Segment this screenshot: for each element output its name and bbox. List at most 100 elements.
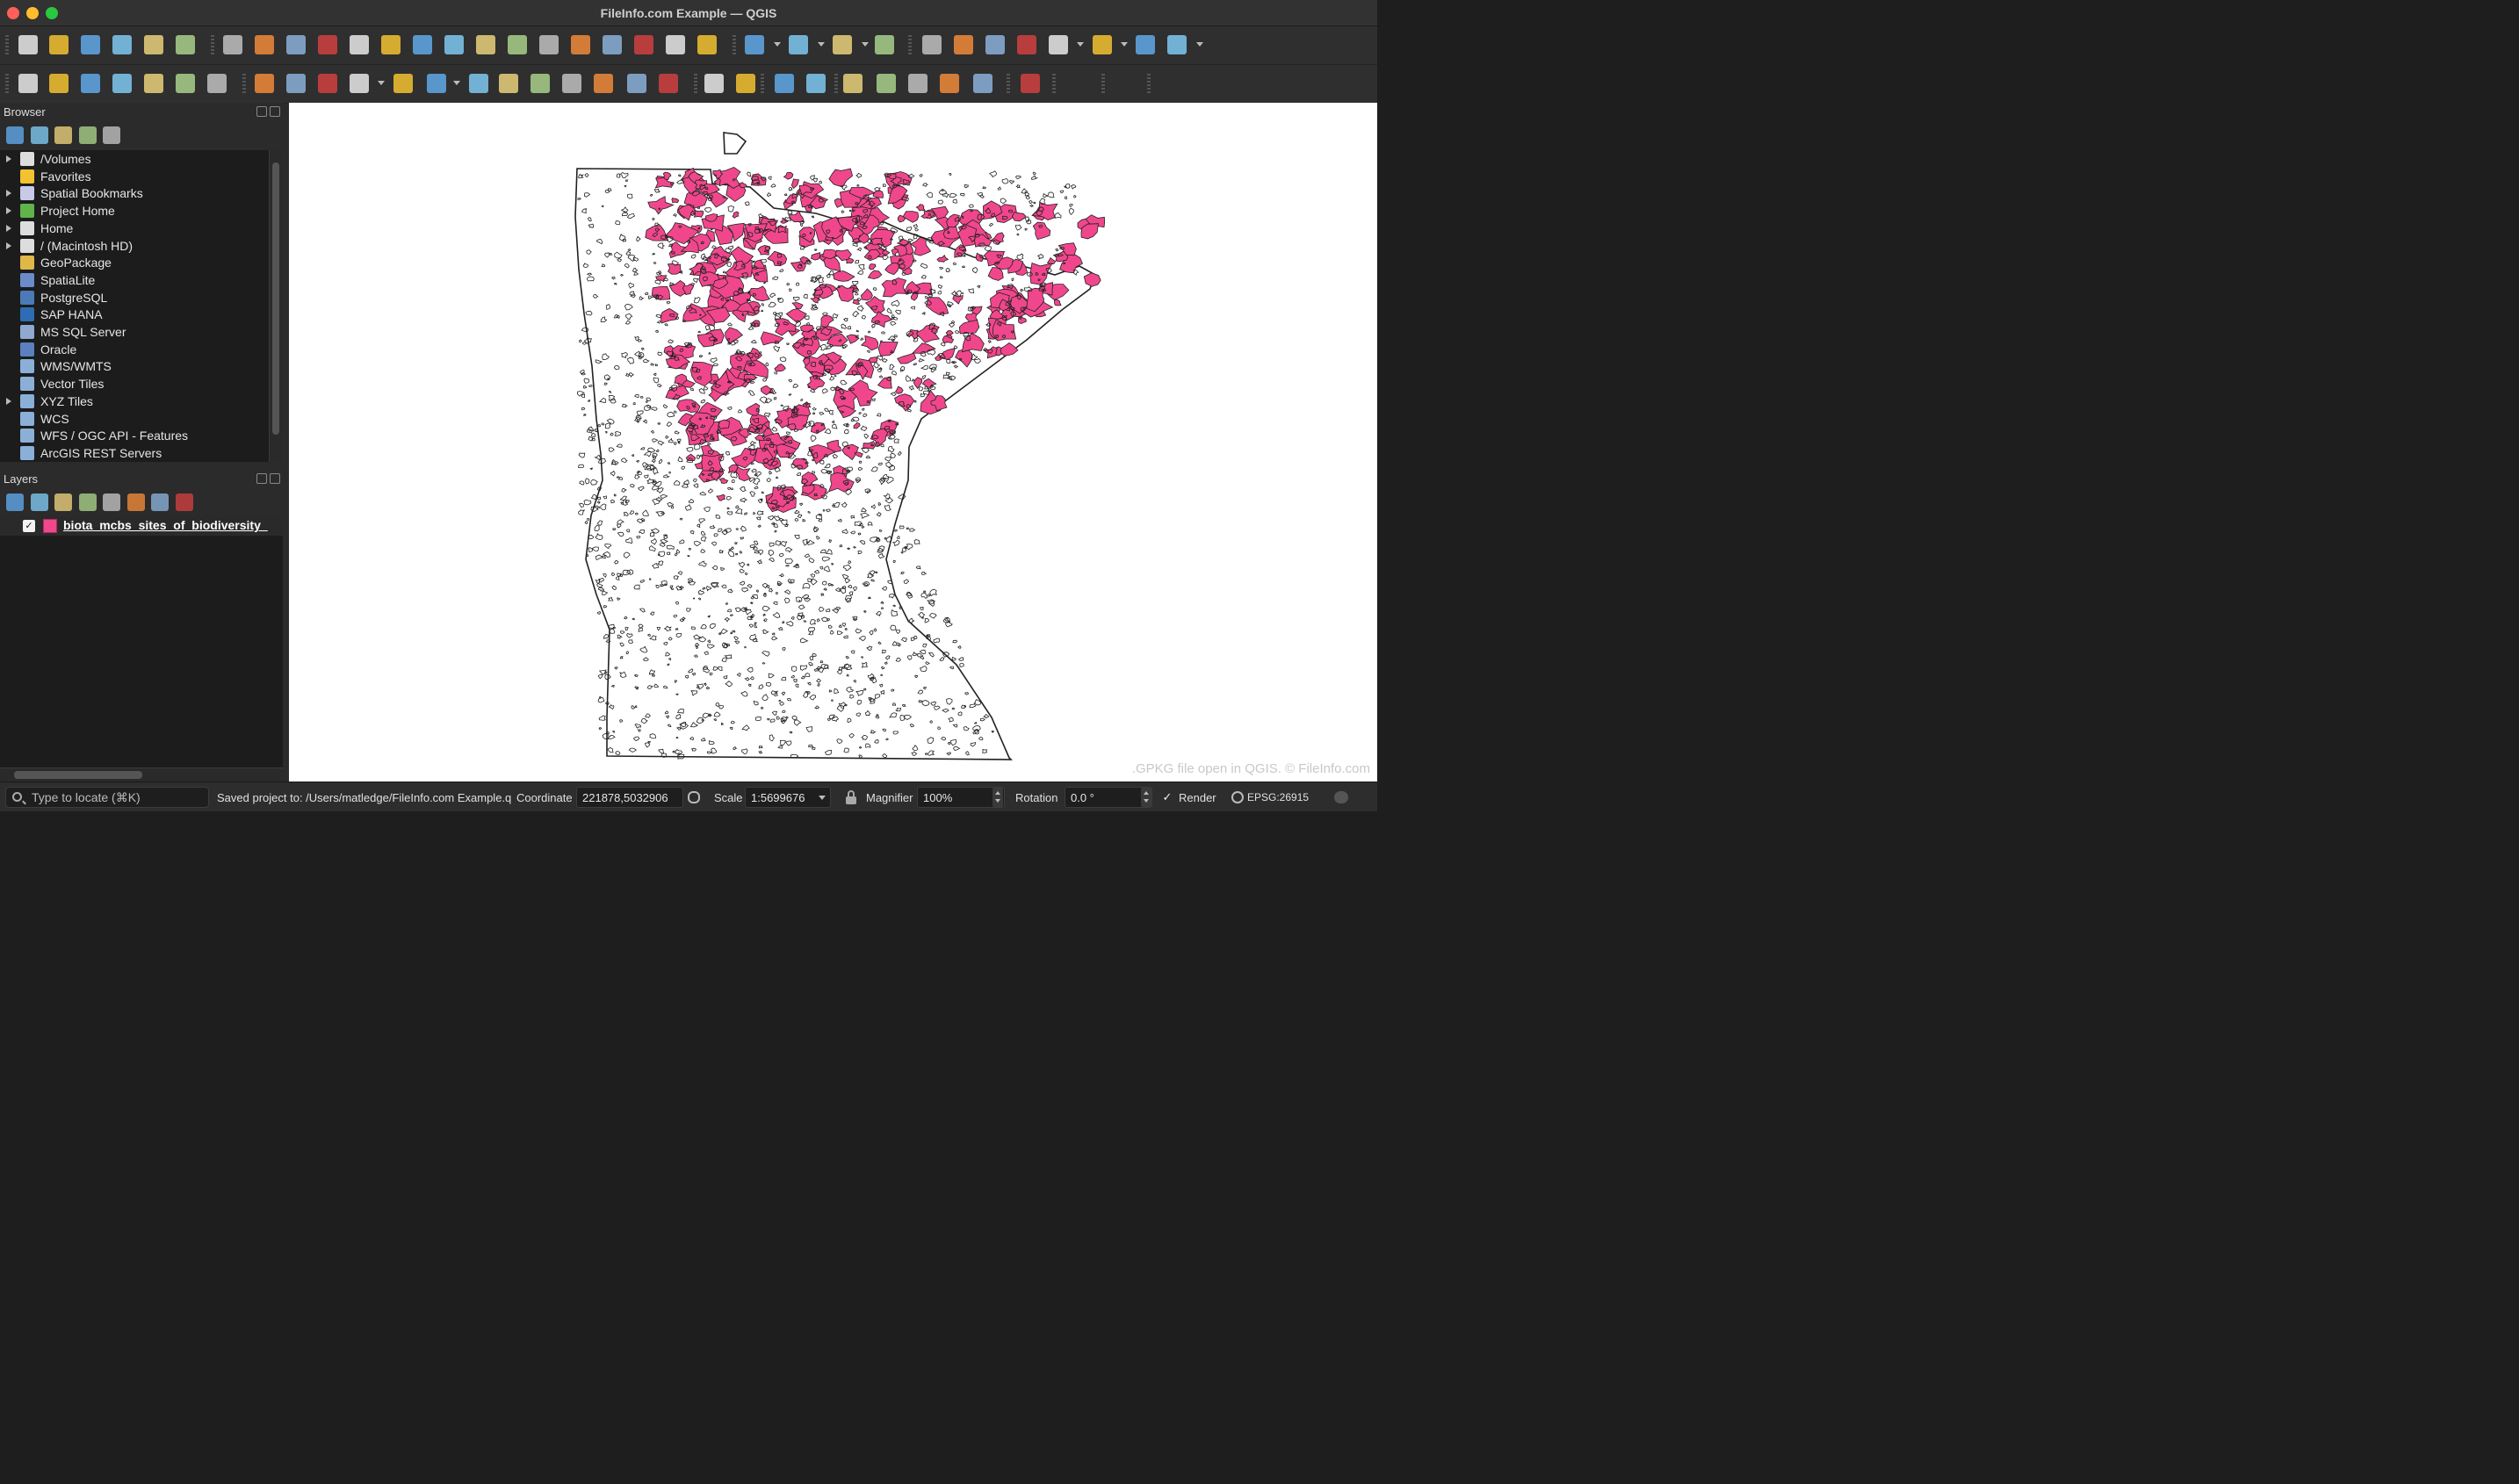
chevron-right-icon[interactable] xyxy=(6,397,11,405)
help-button[interactable] xyxy=(1018,71,1043,96)
browser-item[interactable]: GeoPackage xyxy=(0,254,269,271)
current-edits-button[interactable] xyxy=(252,71,277,96)
new-map-view-button[interactable] xyxy=(537,32,561,57)
zoom-native-button[interactable] xyxy=(442,32,466,57)
python-console-button[interactable] xyxy=(971,71,995,96)
pan-to-selection-button[interactable] xyxy=(252,32,277,57)
layout-manager-button[interactable] xyxy=(173,32,198,57)
refresh-icon[interactable] xyxy=(30,126,48,144)
zoom-out-button[interactable] xyxy=(315,32,340,57)
toolbar-grip[interactable] xyxy=(5,35,9,56)
show-hide-labels-button[interactable] xyxy=(804,71,828,96)
attribute-table-button[interactable] xyxy=(951,32,976,57)
browser-item[interactable]: XYZ Tiles xyxy=(0,393,269,410)
temporal-controller-button[interactable] xyxy=(663,32,688,57)
layers-hscrollbar[interactable] xyxy=(0,767,283,782)
map-canvas[interactable]: .GPKG file open in QGIS. © FileInfo.com xyxy=(289,103,1377,782)
layer-name[interactable]: biota_mcbs_sites_of_biodiversity_ xyxy=(63,518,283,532)
chevron-right-icon[interactable] xyxy=(6,207,11,215)
toolbar-grip[interactable] xyxy=(834,74,838,95)
digitize-button[interactable] xyxy=(110,71,134,96)
add-selected-icon[interactable] xyxy=(6,126,24,144)
filter-legend-icon[interactable] xyxy=(78,493,97,511)
zoom-full-button[interactable] xyxy=(347,32,372,57)
toolbar-grip[interactable] xyxy=(5,74,9,95)
crs-button[interactable]: EPSG:26915 xyxy=(1247,791,1309,803)
digitize-line-button[interactable] xyxy=(347,71,372,96)
new-temporary-layer-button[interactable] xyxy=(78,71,103,96)
new-3d-map-view-button[interactable] xyxy=(568,32,593,57)
chevron-down-icon[interactable] xyxy=(818,42,825,47)
collapse-all-icon[interactable] xyxy=(151,493,169,511)
browser-item[interactable]: Project Home xyxy=(0,202,269,220)
toolbar-grip[interactable] xyxy=(242,74,246,95)
chevron-right-icon[interactable] xyxy=(6,190,11,198)
refresh-button[interactable] xyxy=(695,32,719,57)
virtual-layer-button[interactable] xyxy=(205,71,229,96)
identify-features-button[interactable] xyxy=(920,32,944,57)
chevron-down-icon[interactable] xyxy=(819,796,826,800)
scrollbar-thumb[interactable] xyxy=(14,771,142,779)
magnifier-stepper[interactable] xyxy=(992,788,1003,807)
render-checkbox[interactable]: ✓ xyxy=(1161,791,1173,803)
float-panel-icon[interactable] xyxy=(256,473,267,484)
chevron-right-icon[interactable] xyxy=(6,155,11,162)
remove-layer-icon[interactable] xyxy=(175,493,193,511)
pin-labels-button[interactable] xyxy=(733,71,758,96)
chevron-down-icon[interactable] xyxy=(453,81,460,85)
chevron-down-icon[interactable] xyxy=(1196,42,1203,47)
lock-scale-icon[interactable] xyxy=(846,790,856,804)
pan-map-button[interactable] xyxy=(220,32,245,57)
extents-toggle-icon[interactable] xyxy=(688,791,700,803)
label-toolbar-button[interactable] xyxy=(656,71,681,96)
new-geopackage-layer-button[interactable] xyxy=(47,71,71,96)
scrollbar-thumb[interactable] xyxy=(272,162,279,435)
paste-features-button[interactable] xyxy=(559,71,584,96)
globe-icon[interactable] xyxy=(1231,791,1244,803)
deselect-button[interactable] xyxy=(830,32,855,57)
layer-visibility-checkbox[interactable]: ✓ xyxy=(23,520,35,532)
browser-item[interactable]: Home xyxy=(0,220,269,237)
locator-search-input[interactable]: Type to locate (⌘K) xyxy=(5,787,209,808)
browser-item[interactable]: WFS / OGC API - Features xyxy=(0,427,269,444)
zoom-in-button[interactable] xyxy=(284,32,308,57)
filter-by-expression-icon[interactable] xyxy=(103,493,120,511)
collapse-all-icon[interactable] xyxy=(78,126,97,144)
open-table-button[interactable] xyxy=(1046,32,1071,57)
coordinate-field[interactable]: 221878,5032906 xyxy=(576,787,683,808)
chevron-right-icon[interactable] xyxy=(6,224,11,232)
move-label-button[interactable] xyxy=(841,71,865,96)
zoom-to-layer-button[interactable] xyxy=(410,32,435,57)
toolbar-grip[interactable] xyxy=(761,74,764,95)
browser-item[interactable]: PostgreSQL xyxy=(0,289,269,306)
close-panel-icon[interactable] xyxy=(270,106,280,117)
browser-item[interactable]: Oracle xyxy=(0,341,269,358)
zoom-last-button[interactable] xyxy=(473,32,498,57)
chevron-down-icon[interactable] xyxy=(378,81,385,85)
toolbar-grip[interactable] xyxy=(1101,74,1105,95)
actions-button[interactable] xyxy=(1165,32,1189,57)
chevron-down-icon[interactable] xyxy=(774,42,781,47)
zoom-to-selection-button[interactable] xyxy=(379,32,403,57)
open-project-button[interactable] xyxy=(47,32,71,57)
open-styling-icon[interactable] xyxy=(6,493,24,511)
manage-visibility-icon[interactable] xyxy=(54,493,72,511)
zoom-next-button[interactable] xyxy=(505,32,530,57)
undo-button[interactable] xyxy=(591,71,616,96)
browser-item[interactable]: SAP HANA xyxy=(0,306,269,323)
toolbar-grip[interactable] xyxy=(1147,74,1151,95)
style-manager-button[interactable] xyxy=(141,32,166,57)
delete-selected-button[interactable] xyxy=(466,71,491,96)
new-print-layout-button[interactable] xyxy=(110,32,134,57)
copy-features-button[interactable] xyxy=(528,71,552,96)
toolbar-grip[interactable] xyxy=(694,74,697,95)
rotation-field[interactable]: 0.0 ° xyxy=(1065,787,1152,808)
plugin-button[interactable] xyxy=(937,71,962,96)
browser-item[interactable]: /Volumes xyxy=(0,150,269,168)
chevron-down-icon[interactable] xyxy=(1121,42,1128,47)
show-bookmarks-button[interactable] xyxy=(632,32,656,57)
wms-layer-button[interactable] xyxy=(173,71,198,96)
messages-icon[interactable] xyxy=(1334,791,1348,803)
magnifier-field[interactable]: 100% xyxy=(917,787,1005,808)
select-by-location-button[interactable] xyxy=(872,32,897,57)
